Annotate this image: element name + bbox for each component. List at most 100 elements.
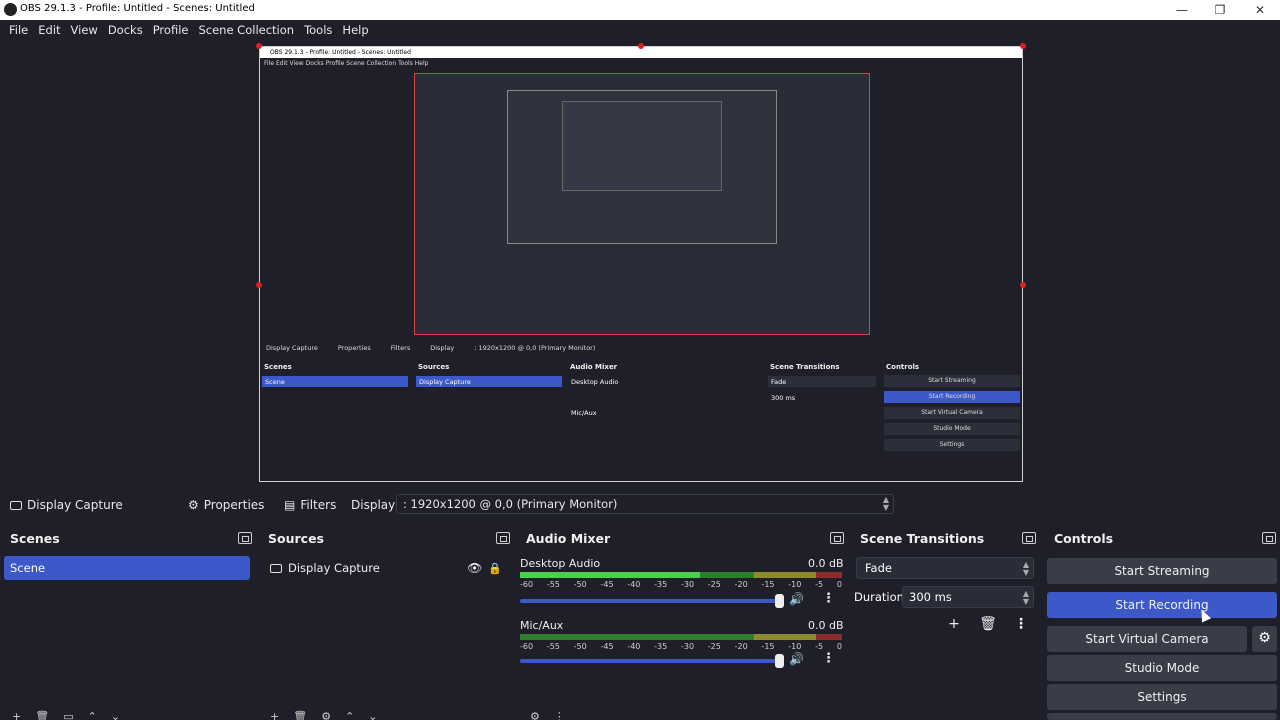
menu-view[interactable]: View <box>66 20 103 40</box>
selected-source: Display Capture <box>10 495 123 515</box>
sources-header: Sources <box>258 528 514 548</box>
tick-label: -5 <box>815 580 824 589</box>
maximize-button[interactable]: ❐ <box>1200 0 1240 20</box>
exit-button-partial[interactable] <box>1047 713 1277 720</box>
tick-label: -55 <box>546 642 560 651</box>
preview-src-name: Display Capture <box>266 344 318 352</box>
display-select[interactable]: : 1920x1200 @ 0,0 (Primary Monitor) ▲ ▼ <box>396 494 894 514</box>
preview-nested-capture-2 <box>507 90 777 244</box>
tick-label: -45 <box>600 580 614 589</box>
preview-source-item: Display Capture <box>416 376 562 387</box>
menu-tools[interactable]: Tools <box>299 20 337 40</box>
mic-aux-volume-slider[interactable] <box>520 659 782 663</box>
tick-label: -10 <box>788 580 802 589</box>
minimize-button[interactable]: — <box>1162 0 1202 20</box>
tick-label: -50 <box>573 642 587 651</box>
start-streaming-button[interactable]: Start Streaming <box>1047 558 1277 584</box>
desktop-audio-ticks: -60 -55 -50 -45 -40 -35 -30 -25 -20 -15 … <box>520 580 842 589</box>
scene-move-down-icon[interactable]: ⌄ <box>111 710 120 720</box>
mixer-settings-icon[interactable]: ⚙ <box>530 710 540 720</box>
close-button[interactable]: ✕ <box>1240 0 1280 20</box>
tick-label: -60 <box>520 580 534 589</box>
source-move-down-icon[interactable]: ⌄ <box>368 710 377 720</box>
menu-docks[interactable]: Docks <box>103 20 148 40</box>
remove-source-icon[interactable]: 🗑 <box>293 710 307 720</box>
add-transition-icon[interactable]: + <box>943 616 965 636</box>
preview-start-streaming: Start Streaming <box>884 375 1020 387</box>
undock-icon[interactable] <box>238 532 252 544</box>
mic-aux-meter <box>520 634 842 640</box>
menu-help[interactable]: Help <box>337 20 373 40</box>
undock-icon[interactable] <box>1262 532 1276 544</box>
remove-transition-icon[interactable]: 🗑 <box>977 616 999 636</box>
tick-label: -5 <box>815 642 824 651</box>
undock-icon[interactable] <box>496 532 510 544</box>
meter-level <box>520 572 700 578</box>
settings-button[interactable]: Settings <box>1047 684 1277 710</box>
desktop-audio-volume-slider[interactable] <box>520 599 782 603</box>
properties-button[interactable]: ⚙ Properties <box>188 495 264 515</box>
scene-move-up-icon[interactable]: ⌃ <box>88 710 97 720</box>
resize-handle-tl[interactable] <box>256 43 262 49</box>
tick-label: -10 <box>788 642 802 651</box>
tick-label: -15 <box>761 580 775 589</box>
menu-scene-collection[interactable]: Scene Collection <box>193 20 299 40</box>
add-scene-icon[interactable]: + <box>12 710 21 720</box>
desktop-audio-db: 0.0 dB <box>808 557 844 570</box>
mic-aux-volume-knob[interactable] <box>775 654 784 668</box>
resize-handle-r[interactable] <box>1020 282 1026 288</box>
source-move-up-icon[interactable]: ⌃ <box>345 710 354 720</box>
tick-label: -30 <box>680 642 695 651</box>
tick-label: -25 <box>707 642 721 651</box>
transition-select[interactable]: Fade ▲ ▼ <box>856 557 1034 579</box>
virtual-camera-settings-icon[interactable]: ⚙ <box>1252 626 1277 652</box>
preview-nested-capture-3 <box>562 101 722 191</box>
resize-handle-t[interactable] <box>638 43 644 49</box>
speaker-icon[interactable]: 🔊 <box>789 652 804 666</box>
menu-file[interactable]: File <box>4 20 33 40</box>
preview-duration: 300 ms <box>771 394 796 402</box>
tick-label: -25 <box>707 580 721 589</box>
scene-transitions-header: Scene Transitions <box>850 528 1040 548</box>
tick-label: -50 <box>573 580 587 589</box>
start-virtual-camera-button[interactable]: Start Virtual Camera <box>1047 626 1247 652</box>
remove-scene-icon[interactable]: 🗑 <box>35 710 49 720</box>
start-recording-button[interactable]: Start Recording <box>1047 592 1277 618</box>
desktop-audio-volume-knob[interactable] <box>775 594 784 608</box>
preview-fade: Fade <box>768 376 876 387</box>
speaker-icon[interactable]: 🔊 <box>789 592 804 606</box>
undock-icon[interactable] <box>1022 532 1036 544</box>
window-title: OBS 29.1.3 - Profile: Untitled - Scenes:… <box>20 3 255 14</box>
menu-profile[interactable]: Profile <box>148 20 194 40</box>
tick-label: -20 <box>734 580 748 589</box>
scene-filters-icon[interactable]: ▭ <box>63 710 73 720</box>
source-properties-icon[interactable]: ⚙ <box>321 710 331 720</box>
desktop-audio-label: Desktop Audio <box>520 557 601 570</box>
mic-aux-ticks: -60 -55 -50 -45 -40 -35 -30 -25 -20 -15 … <box>520 642 842 651</box>
mixer-menu-icon[interactable]: ⋮ <box>554 710 565 720</box>
spin-arrows-icon[interactable]: ▲ ▼ <box>1023 590 1029 606</box>
tick-label: -60 <box>520 642 534 651</box>
undock-icon[interactable] <box>830 532 844 544</box>
transition-menu-icon[interactable]: ⋮ <box>1010 616 1032 636</box>
resize-handle-l[interactable] <box>256 282 262 288</box>
preview-canvas[interactable]: OBS 29.1.3 - Profile: Untitled - Scenes:… <box>259 46 1023 482</box>
add-source-icon[interactable]: + <box>270 710 279 720</box>
source-list-item[interactable]: Display Capture 👁 🔒 <box>262 556 508 580</box>
lock-icon[interactable]: 🔒 <box>488 562 502 575</box>
filters-button[interactable]: ▤ Filters <box>284 495 336 515</box>
mic-aux-menu-icon[interactable]: ⋮ <box>822 651 835 666</box>
mic-aux-db: 0.0 dB <box>808 619 844 632</box>
meter-red-zone <box>816 634 842 640</box>
studio-mode-button[interactable]: Studio Mode <box>1047 655 1277 681</box>
tick-label: -35 <box>654 642 668 651</box>
eye-icon[interactable]: 👁 <box>467 561 482 575</box>
resize-handle-tr[interactable] <box>1020 43 1026 49</box>
desktop-audio-menu-icon[interactable]: ⋮ <box>822 591 835 606</box>
scene-list-item[interactable]: Scene <box>4 556 250 580</box>
preview-controls-header: Controls <box>886 363 920 371</box>
display-select-value: : 1920x1200 @ 0,0 (Primary Monitor) <box>403 497 618 511</box>
menu-edit[interactable]: Edit <box>33 20 65 40</box>
updown-arrows-icon: ▲ ▼ <box>1022 560 1029 577</box>
duration-spinbox[interactable]: 300 ms ▲ ▼ <box>902 586 1034 608</box>
